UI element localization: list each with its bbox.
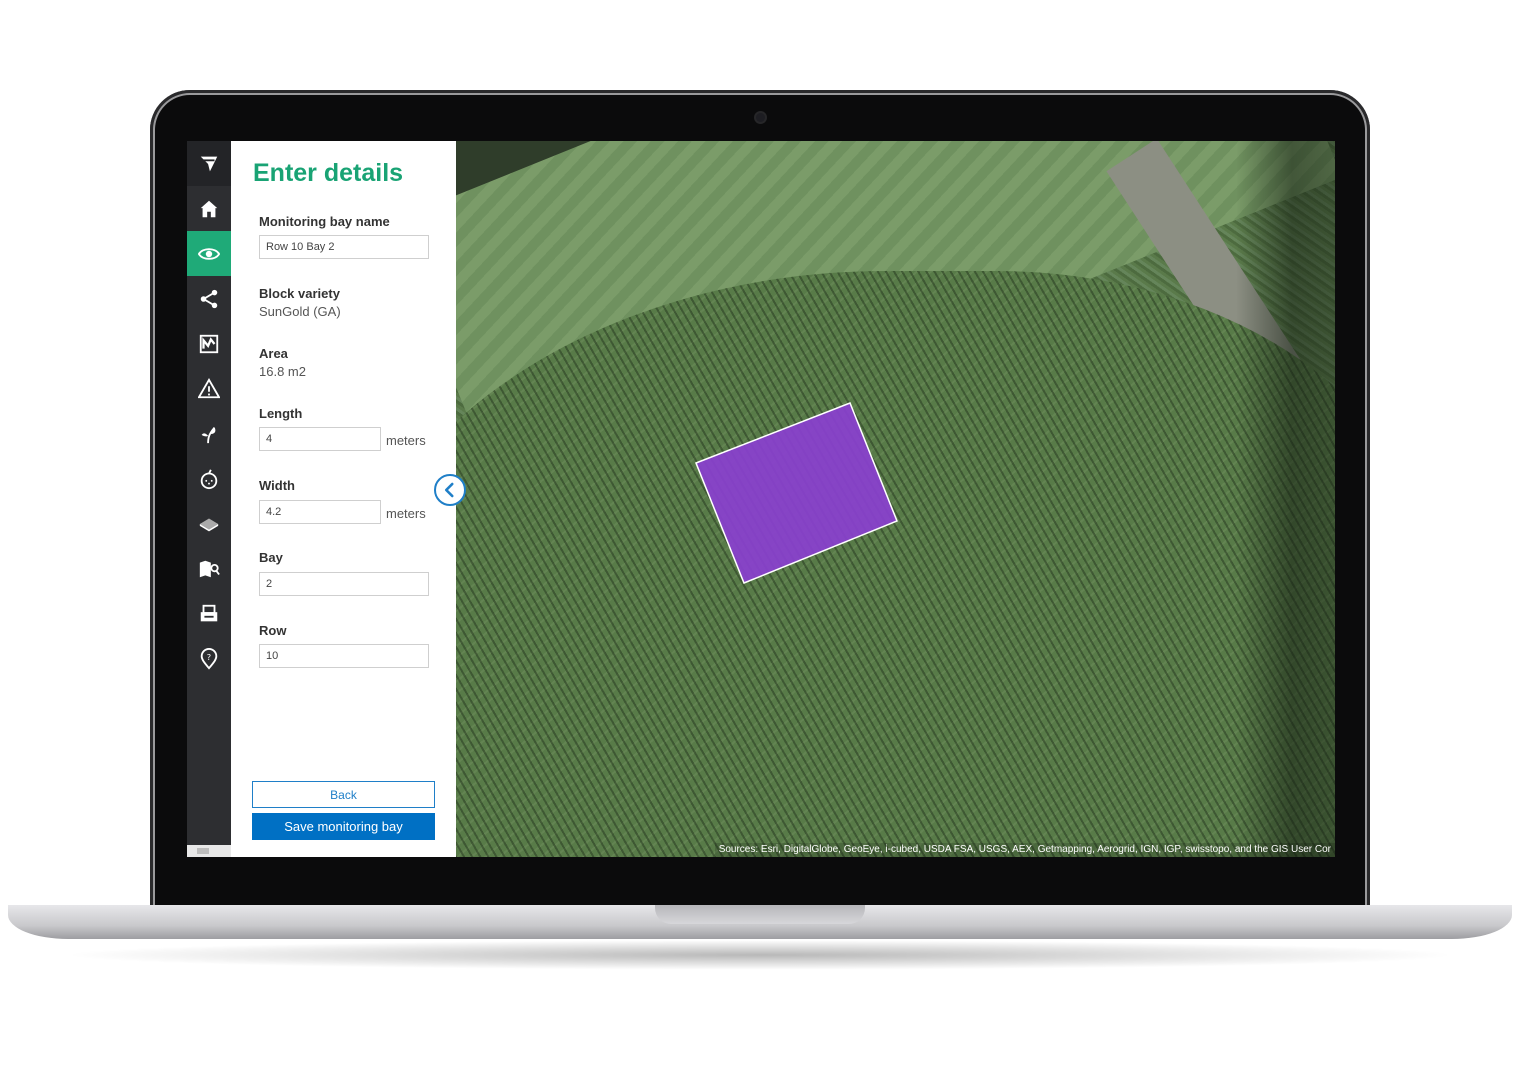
print-icon[interactable] — [187, 591, 231, 636]
svg-text:?: ? — [207, 651, 211, 661]
location-help-icon[interactable]: ? — [187, 636, 231, 681]
page-title: Enter details — [253, 159, 404, 187]
area-value: 16.8 m2 — [259, 364, 306, 379]
sidebar: ? — [187, 141, 231, 857]
app-screen: ? Enter details Monitoring bay name Bloc… — [187, 141, 1335, 857]
area-label: Area — [259, 346, 288, 361]
sprout-icon[interactable] — [187, 411, 231, 456]
logo-icon[interactable] — [187, 141, 231, 186]
laptop-notch — [655, 905, 865, 924]
warning-icon[interactable] — [187, 366, 231, 411]
sidebar-scrollbar[interactable] — [187, 845, 231, 857]
row-input[interactable] — [259, 644, 429, 668]
bay-label: Bay — [259, 550, 283, 565]
map-attribution: Sources: Esri, DigitalGlobe, GeoEye, i-c… — [714, 843, 1335, 857]
save-monitoring-bay-button[interactable]: Save monitoring bay — [252, 813, 435, 840]
chart-icon[interactable] — [187, 321, 231, 366]
home-icon[interactable] — [187, 186, 231, 231]
monitoring-bay-name-input[interactable] — [259, 235, 429, 259]
block-variety-label: Block variety — [259, 286, 340, 301]
length-label: Length — [259, 406, 303, 421]
back-button[interactable]: Back — [252, 781, 435, 808]
fruit-icon[interactable] — [187, 456, 231, 501]
map-search-icon[interactable] — [187, 546, 231, 591]
width-unit: meters — [386, 506, 426, 521]
length-unit: meters — [386, 433, 426, 448]
collapse-panel-button[interactable] — [434, 474, 466, 506]
details-panel: Enter details Monitoring bay name Block … — [231, 141, 456, 857]
monitoring-bay-layer — [695, 402, 898, 584]
width-input[interactable] — [259, 500, 381, 524]
bay-input[interactable] — [259, 572, 429, 596]
chevron-left-icon — [444, 482, 454, 498]
row-label: Row — [259, 623, 287, 638]
satellite-map[interactable]: Sources: Esri, DigitalGlobe, GeoEye, i-c… — [456, 141, 1335, 857]
camera-icon — [756, 113, 765, 122]
eye-icon[interactable] — [187, 231, 231, 276]
laptop-shadow — [60, 940, 1460, 970]
monitoring-bay-polygon[interactable] — [695, 402, 898, 584]
scrollbar-thumb[interactable] — [197, 848, 209, 854]
length-input[interactable] — [259, 427, 381, 451]
width-label: Width — [259, 478, 295, 493]
layers-icon[interactable] — [187, 501, 231, 546]
share-icon[interactable] — [187, 276, 231, 321]
monitoring-bay-name-label: Monitoring bay name — [259, 214, 390, 229]
block-variety-value: SunGold (GA) — [259, 304, 341, 319]
